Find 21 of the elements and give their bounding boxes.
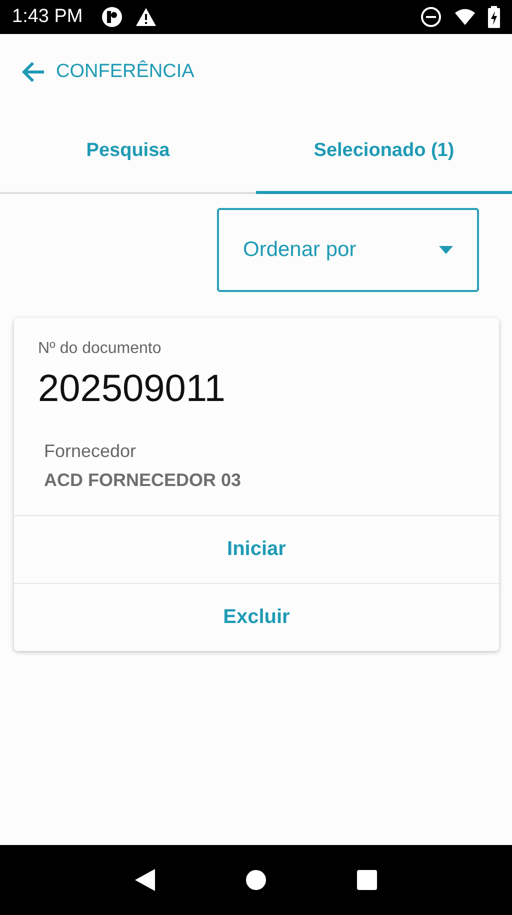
back-icon[interactable]	[135, 869, 156, 891]
status-time: 1:43 PM	[12, 6, 83, 28]
document-number: 202509011	[38, 368, 226, 411]
supplier-name: ACD FORNECEDOR 03	[44, 470, 242, 491]
app-notification-icon	[100, 6, 123, 28]
home-icon[interactable]	[246, 870, 266, 890]
document-number-label: Nº do documento	[38, 340, 162, 358]
supplier-label: Fornecedor	[44, 441, 138, 462]
tab[interactable]: Pesquisa	[0, 110, 256, 194]
warning-icon	[134, 7, 157, 27]
sort-dropdown[interactable]: Ordenar por	[217, 208, 479, 292]
do-not-disturb-icon	[420, 6, 442, 28]
recents-icon[interactable]	[356, 870, 377, 890]
wifi-icon	[454, 7, 476, 27]
card-action-button[interactable]: Excluir	[14, 583, 499, 651]
tab[interactable]: Selecionado (1)	[256, 110, 512, 194]
dropdown-caret-icon	[439, 246, 453, 254]
back-arrow-icon	[20, 60, 46, 84]
battery-icon	[488, 6, 500, 28]
card-action-button[interactable]: Iniciar	[14, 515, 499, 583]
back-button[interactable]: CONFERÊNCIA	[20, 60, 194, 84]
